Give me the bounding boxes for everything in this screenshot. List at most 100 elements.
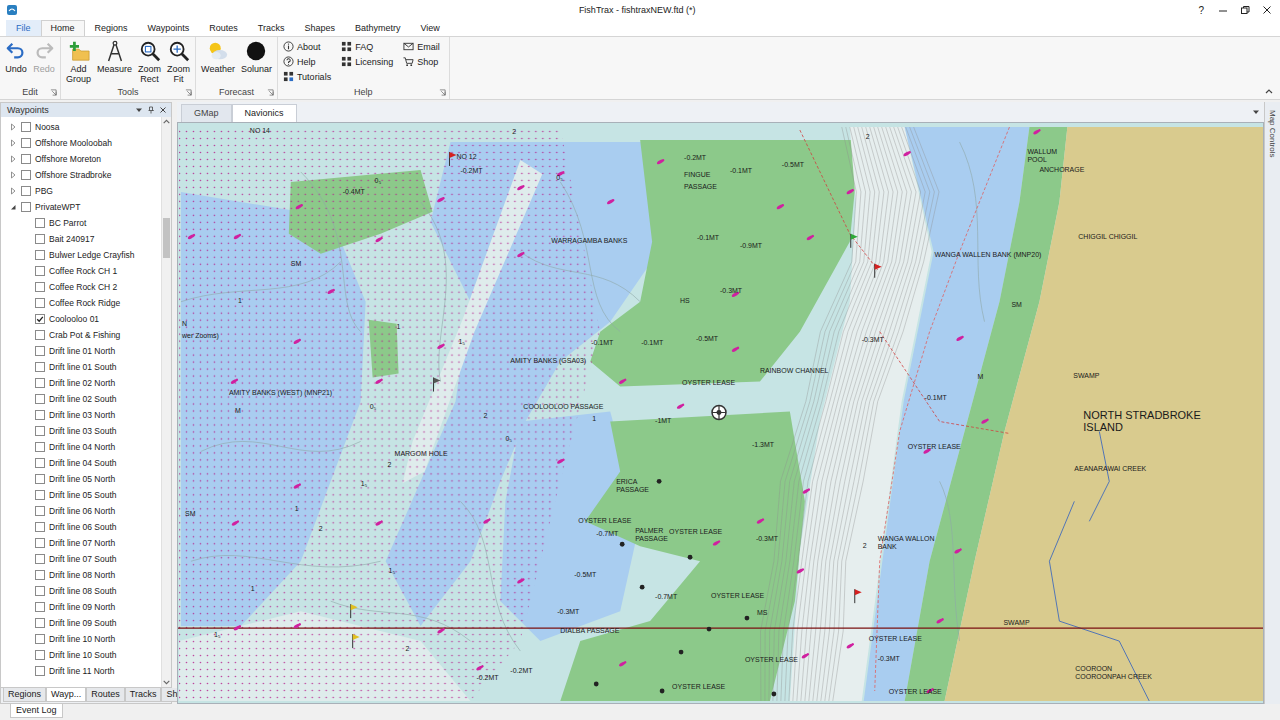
panel-tab[interactable]: Wayp... bbox=[46, 688, 86, 702]
fish-marker-icon[interactable] bbox=[776, 203, 785, 210]
checkbox[interactable] bbox=[35, 378, 45, 388]
checkbox[interactable] bbox=[35, 298, 45, 308]
ribbon-tab[interactable]: Regions bbox=[85, 20, 138, 36]
close-icon[interactable] bbox=[159, 106, 167, 114]
tree-item[interactable]: Drift line 04 North bbox=[1, 439, 161, 455]
checkbox[interactable] bbox=[35, 586, 45, 596]
tree-item[interactable]: Drift line 03 North bbox=[1, 407, 161, 423]
tree-item[interactable]: Drift line 08 North bbox=[1, 567, 161, 583]
fish-marker-icon[interactable] bbox=[756, 518, 765, 525]
tree-item[interactable]: Coffee Rock CH 1 bbox=[1, 263, 161, 279]
checkbox[interactable] bbox=[35, 458, 45, 468]
tree-item[interactable]: Drift line 05 North bbox=[1, 471, 161, 487]
buoy-icon[interactable] bbox=[688, 555, 693, 560]
checkbox[interactable] bbox=[35, 282, 45, 292]
checkbox[interactable] bbox=[21, 186, 31, 196]
fish-marker-icon[interactable] bbox=[936, 617, 945, 624]
buoy-icon[interactable] bbox=[594, 682, 599, 687]
fish-marker-icon[interactable] bbox=[806, 234, 815, 241]
fish-marker-icon[interactable] bbox=[981, 418, 990, 425]
event-log-tab[interactable]: Event Log bbox=[10, 704, 63, 718]
buoy-icon[interactable] bbox=[660, 689, 665, 694]
checkbox[interactable] bbox=[35, 234, 45, 244]
panel-tab[interactable]: Regions bbox=[3, 688, 46, 702]
fish-marker-icon[interactable] bbox=[801, 652, 810, 659]
tree-item[interactable]: Bait 240917 bbox=[1, 231, 161, 247]
buoy-icon[interactable] bbox=[640, 585, 645, 590]
fish-marker-icon[interactable] bbox=[618, 660, 627, 667]
fish-marker-icon[interactable] bbox=[676, 403, 685, 410]
dropdown-icon[interactable] bbox=[135, 106, 143, 114]
ribbon-small-button[interactable]: About bbox=[283, 40, 331, 53]
checkbox[interactable] bbox=[35, 442, 45, 452]
ribbon-tab[interactable]: File bbox=[6, 20, 41, 36]
fish-marker-icon[interactable] bbox=[712, 540, 721, 547]
ribbon-tab[interactable]: Home bbox=[41, 20, 85, 36]
fish-marker-icon[interactable] bbox=[295, 203, 304, 210]
tree-item[interactable]: Drift line 11 North bbox=[1, 663, 161, 679]
checkbox[interactable] bbox=[35, 650, 45, 660]
tree-item[interactable]: Drift line 07 North bbox=[1, 535, 161, 551]
fish-marker-icon[interactable] bbox=[802, 488, 811, 495]
nautical-chart[interactable]: NO 14NO 12-0.2MT-0.4MT-0.2MTFINGUEPASSAG… bbox=[178, 123, 1263, 703]
ribbon-small-button[interactable]: Email bbox=[403, 40, 440, 53]
fish-marker-icon[interactable] bbox=[517, 577, 526, 584]
tree-item[interactable]: PBG bbox=[1, 183, 161, 199]
dialog-launcher-icon[interactable] bbox=[267, 89, 274, 96]
dialog-launcher-icon[interactable] bbox=[50, 89, 57, 96]
tree-item[interactable]: Offshore Mooloobah bbox=[1, 135, 161, 151]
fish-marker-icon[interactable] bbox=[187, 233, 196, 240]
fish-marker-icon[interactable] bbox=[517, 184, 526, 191]
checkbox[interactable] bbox=[35, 618, 45, 628]
tree-item[interactable]: Drift line 04 South bbox=[1, 455, 161, 471]
ribbon-tab[interactable]: Shapes bbox=[294, 20, 345, 36]
fish-marker-icon[interactable] bbox=[327, 288, 336, 295]
checkbox[interactable] bbox=[35, 330, 45, 340]
tree-item[interactable]: Drift line 03 South bbox=[1, 423, 161, 439]
fish-marker-icon[interactable] bbox=[483, 518, 492, 525]
ribbon-button[interactable]: ZoomRect bbox=[136, 40, 163, 84]
buoy-icon[interactable] bbox=[679, 650, 684, 655]
waypoint-flag-icon[interactable] bbox=[855, 589, 862, 603]
fish-marker-icon[interactable] bbox=[231, 520, 240, 527]
ribbon-tab[interactable]: View bbox=[411, 20, 450, 36]
fish-marker-icon[interactable] bbox=[375, 378, 384, 385]
tree-item[interactable]: Noosa bbox=[1, 119, 161, 135]
checkbox[interactable] bbox=[35, 634, 45, 644]
map-tab[interactable]: GMap bbox=[181, 104, 232, 122]
tree-item[interactable]: Offshore Stradbroke bbox=[1, 167, 161, 183]
tree-item[interactable]: Drift line 10 North bbox=[1, 631, 161, 647]
map-controls-tab[interactable]: Map Controls bbox=[1264, 102, 1280, 704]
checkbox[interactable] bbox=[35, 410, 45, 420]
collapsed-arrow-icon[interactable] bbox=[9, 187, 17, 195]
fish-marker-icon[interactable] bbox=[846, 642, 855, 649]
scroll-up-icon[interactable] bbox=[162, 117, 171, 126]
map-canvas[interactable]: NO 14NO 12-0.2MT-0.4MT-0.2MTFINGUEPASSAG… bbox=[177, 122, 1264, 704]
fish-marker-icon[interactable] bbox=[956, 335, 965, 342]
fish-marker-icon[interactable] bbox=[476, 664, 485, 671]
checkbox[interactable] bbox=[35, 250, 45, 260]
minimize-icon[interactable] bbox=[1218, 5, 1228, 15]
dialog-launcher-icon[interactable] bbox=[439, 89, 446, 96]
checkbox[interactable] bbox=[35, 554, 45, 564]
buoy-icon[interactable] bbox=[657, 479, 662, 484]
ribbon-small-button[interactable]: Licensing bbox=[341, 55, 393, 68]
checkbox[interactable] bbox=[35, 602, 45, 612]
checkbox[interactable] bbox=[21, 154, 31, 164]
checkbox[interactable] bbox=[35, 538, 45, 548]
tree-item[interactable]: Drift line 06 South bbox=[1, 519, 161, 535]
panel-tab[interactable]: Routes bbox=[86, 688, 125, 702]
help-button[interactable]: ? bbox=[1196, 5, 1206, 16]
fish-marker-icon[interactable] bbox=[230, 378, 239, 385]
tree-item[interactable]: BC Parrot bbox=[1, 215, 161, 231]
checkbox[interactable] bbox=[35, 570, 45, 580]
tree-item[interactable]: Drift line 01 South bbox=[1, 359, 161, 375]
checkbox[interactable] bbox=[35, 506, 45, 516]
waypoint-flag-icon[interactable] bbox=[353, 634, 360, 648]
collapsed-arrow-icon[interactable] bbox=[9, 123, 17, 131]
checkbox[interactable] bbox=[35, 218, 45, 228]
fish-marker-icon[interactable] bbox=[796, 567, 805, 574]
ribbon-button[interactable]: Measure bbox=[95, 40, 134, 74]
tree-item[interactable]: Drift line 10 South bbox=[1, 647, 161, 663]
fish-marker-icon[interactable] bbox=[656, 158, 665, 165]
